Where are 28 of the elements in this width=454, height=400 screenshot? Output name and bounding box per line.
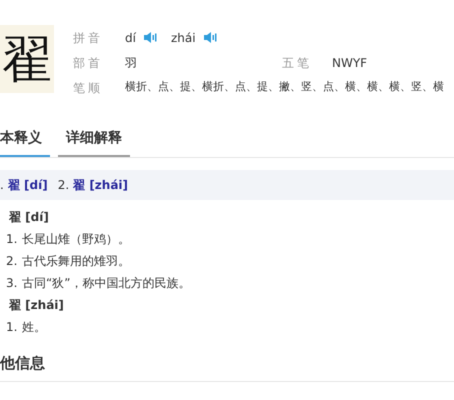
definition-text: 古代乐舞用的雉羽。 [22,253,130,270]
field-label: 五笔 [282,54,313,72]
speaker-icon[interactable] [144,32,157,43]
field-label: 笔顺 [73,80,104,96]
item-number: 1. [6,231,18,248]
field-label: 拼音 [73,30,104,46]
tab[interactable]: 详细解释 [58,124,130,157]
item-number: 1. [6,319,18,336]
pinyin-text: dí [125,30,136,46]
field-label: 部首 [73,54,104,72]
reading-link[interactable]: 翟 [zhái] [73,176,128,194]
item-number: 3. [6,275,18,292]
definition-text: 姓。 [22,319,46,336]
definition-text: 古同“狄”，称中国北方的民族。 [22,275,190,292]
reading-number: . [0,177,4,194]
sense-heading: 翟 [dí] [8,209,50,226]
field-value: 羽 [125,54,137,72]
reading-link[interactable]: 翟 [dí] [8,176,48,194]
item-number: 2. [6,253,18,270]
speaker-icon[interactable] [204,32,217,43]
definition-text: 长尾山雉（野鸡）。 [22,231,130,248]
field-value: NWYF [332,54,368,72]
headword-character: 翟 [0,25,54,93]
reading-number: 2. [58,177,70,194]
pinyin-text: zhái [170,30,196,46]
stroke-order-text: 横折、点、提、横折、点、提、撇、竖、点、横、横、横、竖、横 [125,79,444,96]
sense-heading: 翟 [zhái] [8,297,65,314]
tab[interactable]: 本释义 [0,124,50,157]
